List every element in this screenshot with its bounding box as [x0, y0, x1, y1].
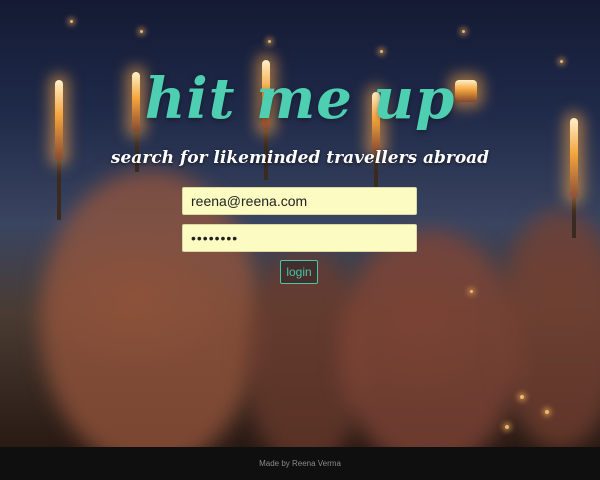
- spark-particle: [140, 30, 143, 33]
- spark-particle: [268, 40, 271, 43]
- footer-credit: Made by Reena Verma: [259, 459, 341, 468]
- spark-particle: [70, 20, 73, 23]
- sparkler-stick: [57, 160, 61, 220]
- spark-particle: [380, 50, 383, 53]
- spark-particle: [560, 60, 563, 63]
- person-figure: [340, 230, 520, 447]
- spark-particle: [505, 425, 509, 429]
- login-button[interactable]: login: [280, 260, 318, 284]
- person-figure: [500, 210, 600, 447]
- spark-particle: [545, 410, 549, 414]
- spark-particle: [470, 290, 473, 293]
- footer: Made by Reena Verma: [0, 447, 600, 480]
- spark-particle: [462, 30, 465, 33]
- spark-particle: [520, 395, 524, 399]
- password-input[interactable]: [182, 224, 417, 252]
- sparkler-stick: [572, 198, 576, 238]
- page-subtitle: search for likeminded travellers abroad: [110, 148, 490, 168]
- page-title: hit me up: [144, 66, 456, 132]
- email-input[interactable]: [182, 187, 417, 215]
